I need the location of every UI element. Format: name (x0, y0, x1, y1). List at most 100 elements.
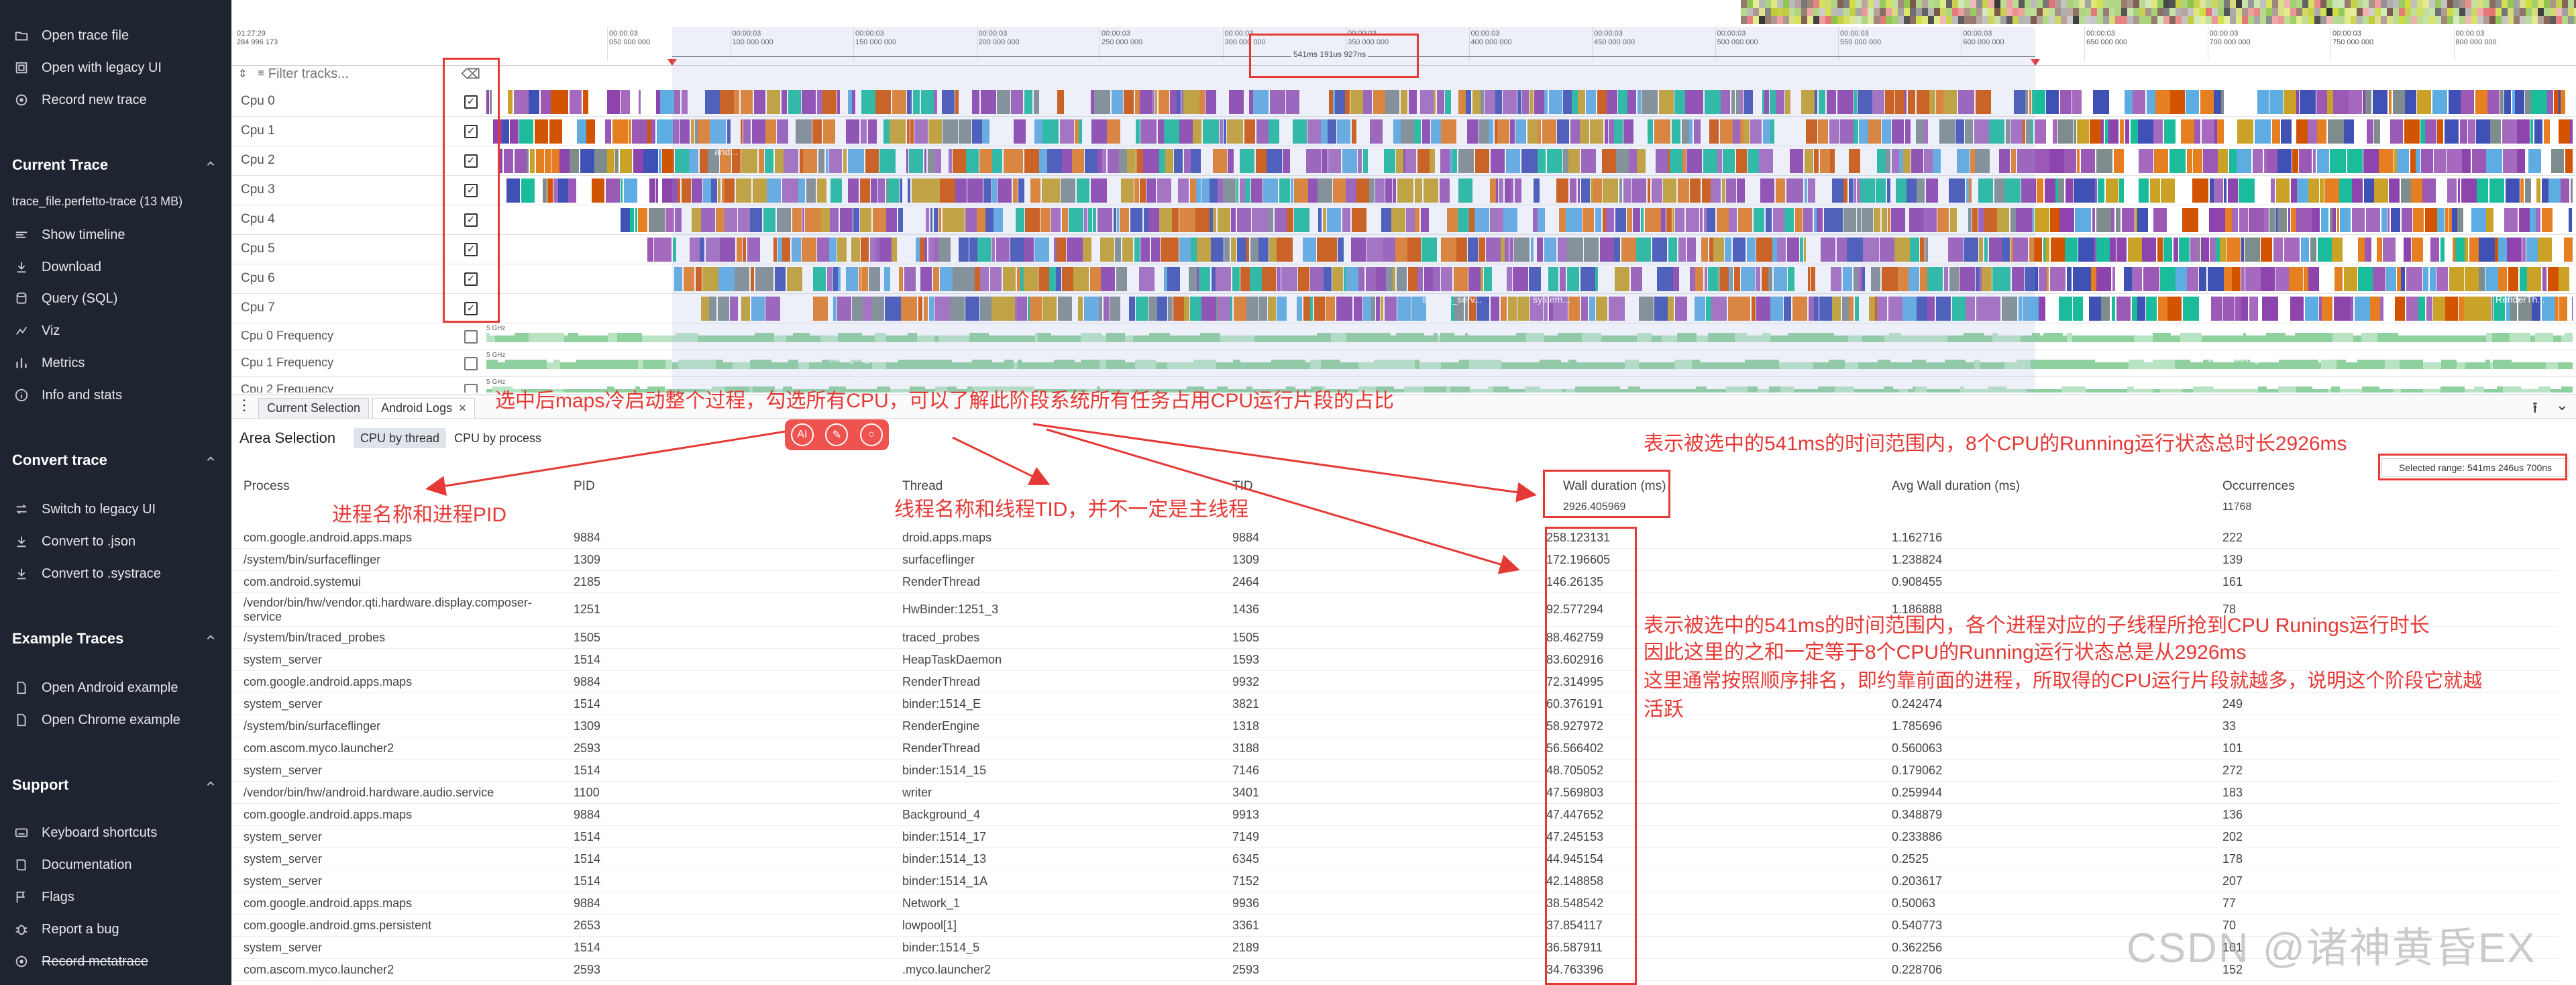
table-row[interactable]: /vendor/bin/hw/android.hardware.audio.se… (231, 782, 2559, 804)
track-checkbox[interactable]: ✓ (464, 243, 478, 256)
track-cpu-4[interactable]: Cpu 4 ✓ (231, 205, 2576, 235)
track-checkbox[interactable] (464, 384, 478, 393)
sidebar-item-switch-to-legacy-ui[interactable]: Switch to legacy UI (12, 499, 156, 519)
clear-filter-icon[interactable]: ⌫ (462, 66, 480, 83)
tab-current-selection[interactable]: Current Selection (258, 398, 370, 418)
ai-icon[interactable]: AI (790, 423, 814, 446)
track-cpu-0-frequency[interactable]: Cpu 0 Frequency 5 GHz (231, 323, 2576, 350)
cpu-slice-lane[interactable] (486, 267, 2573, 291)
track-cpu-1[interactable]: Cpu 1 ✓ (231, 117, 2576, 146)
sidebar-item-convert-to-json[interactable]: Convert to .json (12, 531, 136, 552)
sidebar-item-label: Keyboard shortcuts (42, 825, 158, 840)
tab-android-logs[interactable]: Android Logs × (372, 398, 475, 418)
sidebar-item-open-trace-file[interactable]: Open trace file (12, 25, 129, 46)
overview-minimap[interactable] (1741, 0, 2576, 27)
table-row[interactable]: /system/bin/surfaceflinger 1309 RenderEngi… (231, 715, 2559, 737)
table-row[interactable]: com.ascom.myco.launcher2 2593 RenderThread… (231, 737, 2559, 760)
drag-handle-icon[interactable]: ⋮ (237, 397, 252, 414)
table-row[interactable]: system_server 1514 binder:1514_E 3821 60.376… (231, 693, 2559, 715)
table-row[interactable]: com.google.android.apps.maps 9884 droid.ap… (231, 527, 2559, 549)
track-checkbox[interactable]: ✓ (464, 302, 478, 315)
table-row[interactable]: com.google.android.apps.maps 9884 Backgrou… (231, 804, 2559, 826)
sidebar-item-query-sql[interactable]: Query (SQL) (12, 289, 117, 309)
track-checkbox[interactable]: ✓ (464, 154, 478, 168)
track-cpu-0[interactable]: Cpu 0 ✓ (231, 87, 2576, 117)
sidebar-item-flags[interactable]: Flags (12, 887, 74, 907)
close-icon[interactable]: × (459, 401, 466, 415)
col-thread[interactable]: Thread (902, 479, 943, 494)
expand-all-icon[interactable]: ⇕ (238, 67, 247, 81)
sidebar-item-keyboard-shortcuts[interactable]: Keyboard shortcuts (12, 823, 157, 843)
table-row[interactable]: system_server 1514 binder:1514_1A 7152 42.14… (231, 870, 2559, 892)
col-process[interactable]: Process (244, 479, 290, 494)
sidebar-section-current-trace[interactable]: Current Trace (12, 154, 217, 176)
wall-duration-cell: 146.26135 (1546, 575, 1604, 588)
sidebar-item-report-a-bug[interactable]: Report a bug (12, 919, 119, 939)
track-checkbox[interactable] (464, 330, 478, 344)
avg-wall-duration-cell: 0.203617 (1892, 874, 1943, 888)
search-icon[interactable]: ○ (860, 423, 883, 446)
track-checkbox[interactable]: ✓ (464, 125, 478, 138)
sidebar-item-open-android-example[interactable]: Open Android example (12, 678, 178, 698)
cpu-slice-lane[interactable] (486, 119, 2573, 144)
track-checkbox[interactable]: ✓ (464, 95, 478, 109)
sidebar-item-record-metatrace[interactable]: Record metatrace (12, 951, 148, 972)
cpu-by-thread-toggle[interactable]: CPU by thread (354, 428, 447, 448)
sidebar-item-open-with-legacy-ui[interactable]: Open with legacy UI (12, 58, 162, 78)
track-cpu-5[interactable]: Cpu 5 ✓ (231, 235, 2576, 264)
col-occurrences[interactable]: Occurrences (2222, 479, 2295, 494)
sidebar-item-info-and-stats[interactable]: Info and stats (12, 385, 122, 405)
sidebar-item-label: Record metatrace (42, 953, 148, 969)
track-checkbox[interactable]: ✓ (464, 272, 478, 286)
sidebar-item-show-timeline[interactable]: Show timeline (12, 225, 125, 245)
track-cpu-3[interactable]: Cpu 3 ✓ (231, 176, 2576, 205)
track-name: Cpu 5 (241, 242, 275, 256)
sidebar-item-open-chrome-example[interactable]: Open Chrome example (12, 710, 180, 730)
cpu-slice-lane[interactable] (486, 208, 2573, 232)
sidebar-section-example-traces[interactable]: Example Traces (12, 628, 217, 650)
col-tid[interactable]: TID (1232, 479, 1253, 494)
sidebar-item-metrics[interactable]: Metrics (12, 353, 85, 373)
process-cell: /vendor/bin/hw/vendor.qti.hardware.displ… (244, 596, 532, 623)
sidebar-item-documentation[interactable]: Documentation (12, 855, 132, 875)
track-cpu-7[interactable]: Cpu 7 ✓ (231, 294, 2576, 323)
sidebar-section-support[interactable]: Support (12, 774, 217, 796)
process-cell: system_server (244, 874, 323, 888)
sidebar-item-record-new-trace[interactable]: Record new trace (12, 90, 147, 110)
chevron-down-icon[interactable]: ⌄ (2556, 397, 2568, 414)
time-ruler[interactable]: 00:00:03 050 000 000 00:00:03 100 000 000 00… (231, 27, 2576, 66)
selection-marker[interactable] (667, 59, 677, 66)
track-checkbox[interactable]: ✓ (464, 184, 478, 197)
cpu-slice-lane[interactable] (486, 149, 2573, 173)
table-row[interactable]: system_server 1514 binder:1514_15 7146 48.70… (231, 760, 2559, 782)
track-checkbox[interactable]: ✓ (464, 213, 478, 227)
cpu-slice-lane[interactable] (486, 178, 2573, 203)
selection-marker[interactable] (2031, 59, 2040, 66)
cpu-slice-lane[interactable] (486, 238, 2573, 262)
wall-duration-cell: 92.577294 (1546, 603, 1604, 616)
cpu-by-process-toggle[interactable]: CPU by process (447, 428, 548, 448)
cpu-slice-lane[interactable] (486, 90, 2573, 114)
cpu-slice-lane[interactable] (486, 297, 2573, 321)
filter-tracks-input[interactable] (268, 66, 423, 82)
track-cpu-2[interactable]: Cpu 2 ✓ (231, 146, 2576, 176)
col-pid[interactable]: PID (574, 479, 595, 494)
frequency-lane[interactable] (486, 333, 2573, 342)
maximize-panel-icon[interactable]: ⭱ (2532, 397, 2538, 422)
sidebar-item-viz[interactable]: Viz (12, 321, 60, 341)
table-row[interactable]: /system/bin/surfaceflinger 1309 surfacefli… (231, 549, 2559, 571)
col-wall-duration[interactable]: Wall duration (ms) (1563, 479, 1666, 494)
track-cpu-6[interactable]: Cpu 6 ✓ (231, 264, 2576, 294)
sidebar-item-download[interactable]: Download (12, 257, 101, 277)
table-row[interactable]: com.android.systemui 2185 RenderThread 2464… (231, 571, 2559, 593)
col-avg-wall-duration[interactable]: Avg Wall duration (ms) (1892, 479, 2020, 494)
magic-wand-icon[interactable]: ✎ (825, 423, 849, 446)
table-row[interactable]: system_server 1514 binder:1514_17 7149 47.24… (231, 826, 2559, 848)
sidebar-item-convert-to-systrace[interactable]: Convert to .systrace (12, 564, 161, 584)
table-row[interactable]: com.google.android.apps.maps 9884 Network_… (231, 892, 2559, 915)
ruler-tick-label: 00:00:03 300 000 000 (1224, 30, 1266, 46)
annotation-toolbar[interactable]: AI ✎ ○ (785, 419, 889, 450)
track-checkbox[interactable] (464, 357, 478, 370)
sidebar-section-convert-trace[interactable]: Convert trace (12, 450, 217, 471)
table-row[interactable]: system_server 1514 binder:1514_13 6345 44.94… (231, 848, 2559, 870)
